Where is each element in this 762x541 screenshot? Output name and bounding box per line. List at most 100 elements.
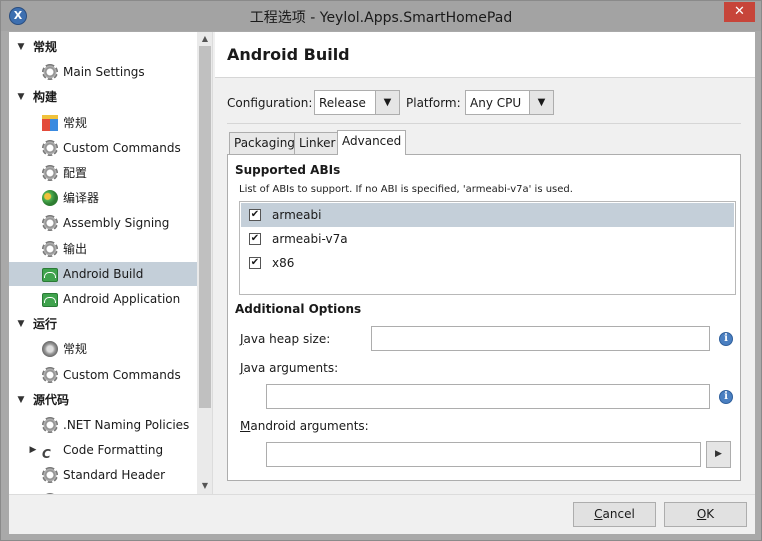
page-title: Android Build (227, 45, 350, 64)
sidebar-item-label: 常规 (63, 342, 88, 357)
sidebar-item[interactable]: 编译器 (9, 186, 197, 210)
sidebar-item-label: 常规 (63, 115, 88, 130)
gear-icon-glyph (42, 366, 58, 383)
sidebar-item[interactable]: Standard Header (9, 463, 197, 487)
sidebar-item-label: 编译器 (63, 191, 100, 206)
sidebar-item-label: Android Build (63, 266, 144, 281)
gear-icon (42, 366, 58, 383)
sidebar-item[interactable]: 输出 (9, 237, 197, 261)
button-label: K (706, 507, 715, 521)
gear-icon (42, 215, 58, 232)
tab-linker[interactable]: Linker (294, 132, 341, 154)
tree-category[interactable]: ▼ 源代码 (9, 388, 197, 412)
main-panel: Android Build Configuration: Release ▼ P… (215, 32, 755, 494)
scroll-up-icon[interactable]: ▲ (197, 32, 212, 46)
info-icon[interactable]: i (719, 332, 733, 346)
scroll-thumb[interactable] (199, 46, 211, 408)
list-item[interactable]: ✔ x86 (241, 251, 734, 275)
tree-category[interactable]: ▼ 构建 (9, 85, 197, 109)
sidebar-item[interactable]: ▶ C Code Formatting (9, 438, 197, 462)
sidebar-item[interactable]: .NET Naming Policies (9, 413, 197, 437)
label-text: android arguments: (250, 419, 369, 433)
sidebar-item-label: Android Application (63, 292, 181, 306)
close-button[interactable]: ✕ (724, 2, 755, 22)
code-formatting-icon: C (42, 442, 58, 461)
play-icon[interactable]: ▶ (706, 441, 731, 468)
cancel-button[interactable]: Cancel (573, 502, 656, 527)
list-item[interactable]: ✔ armeabi-v7a (241, 227, 734, 251)
title-bar[interactable]: X 工程选项 - Yeylol.Apps.SmartHomePad ✕ (1, 1, 761, 31)
configuration-value: Release (319, 96, 366, 110)
gear-icon (42, 165, 58, 181)
tab-packaging[interactable]: Packaging (229, 132, 300, 154)
sidebar-item-label: Custom Commands (63, 140, 181, 155)
dialog-client: ▼ 常规 Main Settings ▼ 构建 常规 Custom Commands 配置 编译… (9, 32, 755, 534)
chevron-right-icon[interactable]: ▶ (27, 438, 39, 462)
scroll-down-icon[interactable]: ▼ (197, 478, 212, 494)
gear-icon-glyph (42, 165, 58, 181)
chevron-down-icon[interactable]: ▼ (15, 35, 27, 59)
sidebar-item-label: .NET Naming Policies (63, 418, 190, 432)
tab-advanced[interactable]: Advanced (337, 130, 407, 155)
sidebar-item[interactable]: Assembly Signing (9, 211, 197, 235)
chevron-down-icon[interactable]: ▼ (529, 91, 553, 114)
supported-abis-description: List of ABIs to support. If no ABI is sp… (239, 184, 573, 195)
options-tree: ▼ 常规 Main Settings ▼ 构建 常规 Custom Commands 配置 编译… (9, 32, 213, 494)
gear-icon (42, 240, 58, 257)
checkbox-armeabi-v7a[interactable]: ✔ (249, 233, 261, 245)
tree-category[interactable]: ▼ 运行 (9, 312, 197, 336)
divider (227, 123, 741, 124)
info-icon[interactable]: i (719, 390, 733, 404)
mnemonic: M (240, 419, 251, 433)
tree-scrollbar[interactable]: ▲ ▼ (197, 32, 212, 494)
button-label: ancel (602, 507, 635, 521)
sidebar-item[interactable]: Main Settings (9, 60, 197, 84)
checkbox-armeabi[interactable]: ✔ (249, 209, 261, 221)
tree-category[interactable]: ▼ 常规 (9, 35, 197, 59)
mandroid-arguments-input[interactable] (266, 442, 701, 467)
gear-icon-glyph (42, 417, 58, 433)
tree-category-label: 构建 (33, 90, 58, 105)
chevron-down-icon[interactable]: ▼ (15, 85, 27, 109)
tree-category-label: 常规 (33, 40, 58, 54)
chevron-down-icon[interactable]: ▼ (375, 91, 399, 114)
sidebar-item-label: Standard Header (63, 468, 166, 483)
java-arguments-input[interactable] (266, 384, 710, 409)
sidebar-item[interactable]: Custom Commands (9, 136, 197, 160)
android-icon-glyph (42, 293, 58, 307)
chevron-down-icon[interactable]: ▼ (15, 388, 27, 412)
platform-label: Platform: (406, 96, 461, 110)
run-icon (42, 341, 58, 358)
abi-label: armeabi-v7a (272, 232, 348, 246)
sidebar-item[interactable]: 配置 (9, 161, 197, 185)
mnemonic: O (696, 507, 707, 521)
sidebar-item-label: 输出 (63, 241, 88, 256)
ok-button[interactable]: OK (664, 502, 747, 527)
sidebar-item[interactable]: Android Build (9, 261, 197, 286)
platform-value: Any CPU (470, 96, 522, 110)
window-title: 工程选项 - Yeylol.Apps.SmartHomePad (249, 10, 513, 26)
advanced-tab-panel: Supported ABIs List of ABIs to support. … (227, 154, 741, 481)
sidebar-item[interactable]: Android Application (9, 287, 197, 311)
java-heap-label: Java heap size: (240, 332, 330, 346)
checkbox-x86[interactable]: ✔ (249, 257, 261, 269)
sidebar-item-label: Code Formatting (63, 443, 164, 458)
sidebar-item[interactable]: 常规 (9, 111, 197, 135)
blocks-icon-glyph (42, 114, 58, 131)
configuration-select[interactable]: Release ▼ (314, 90, 400, 115)
platform-select[interactable]: Any CPU ▼ (465, 90, 554, 115)
abi-label: x86 (272, 256, 295, 270)
gear-icon (42, 64, 58, 81)
chevron-down-icon[interactable]: ▼ (15, 312, 27, 336)
java-heap-input[interactable] (371, 326, 710, 351)
blocks-icon (42, 114, 58, 131)
mnemonic: C (594, 507, 603, 521)
gear-icon-glyph (42, 215, 58, 232)
sidebar-item[interactable]: 常规 (9, 337, 197, 361)
list-item[interactable]: ✔ armeabi (241, 203, 734, 227)
label-text: ava heap size: (243, 332, 331, 346)
sidebar-item[interactable]: Custom Commands (9, 363, 197, 387)
java-arguments-label: Java arguments: (240, 361, 338, 375)
gear-icon (42, 417, 58, 433)
sidebar-item-label: 配置 (63, 166, 88, 180)
